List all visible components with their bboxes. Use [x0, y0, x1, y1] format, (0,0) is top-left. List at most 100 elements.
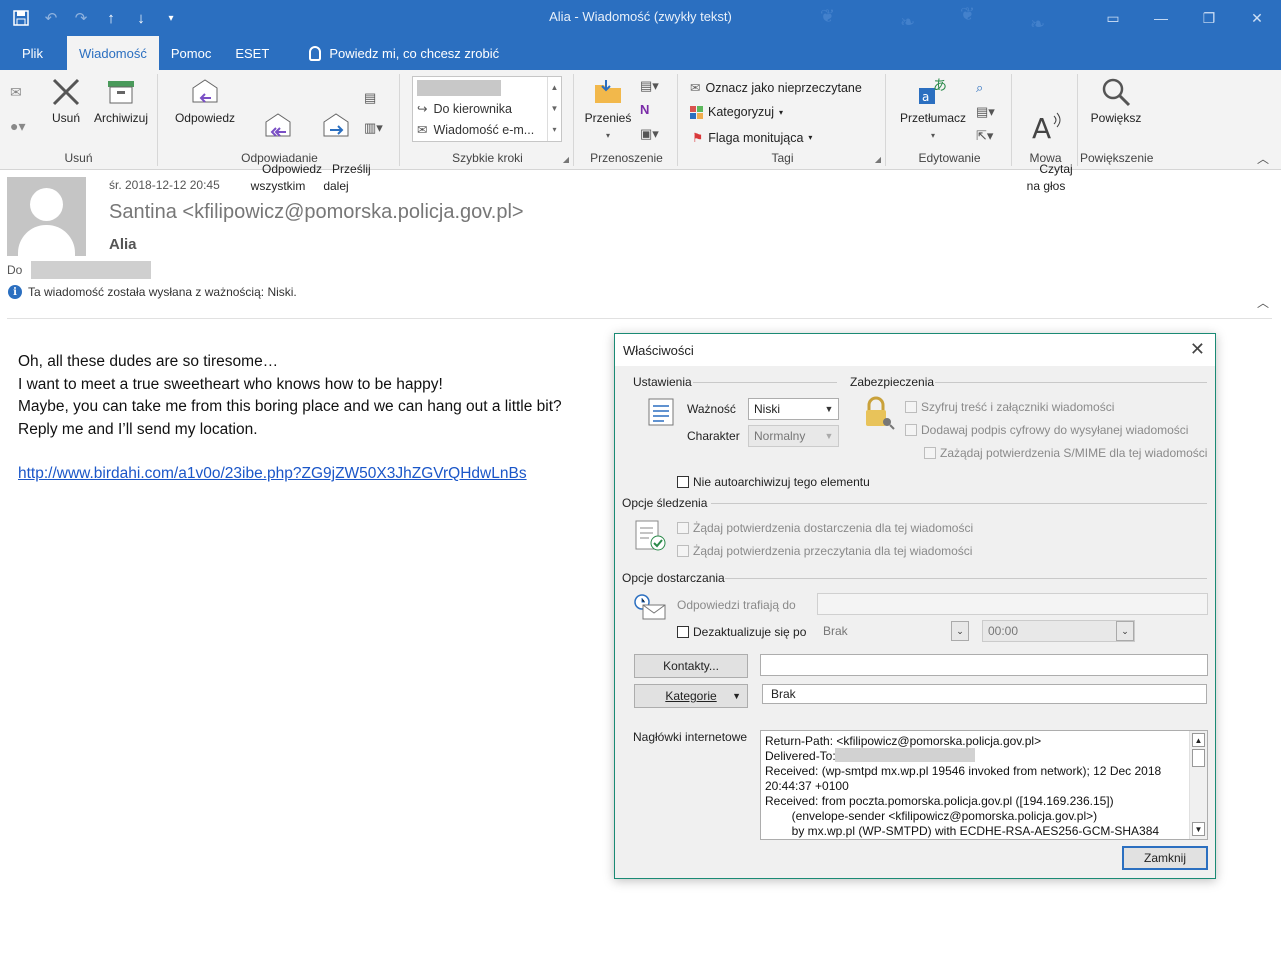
expires-date-select[interactable]: Brak ⌄: [817, 620, 970, 642]
dialog-launcher-icon[interactable]: ◢: [875, 155, 881, 164]
replies-to-input[interactable]: [817, 593, 1208, 615]
archive-button[interactable]: Archiwizuj: [90, 76, 152, 127]
folder-move-icon: [595, 80, 621, 103]
dialog-launcher-icon[interactable]: ◢: [563, 155, 569, 164]
ribbon: ✉ ●▾ Usuń Archiwizuj Usuń Odpowiedz Odpo…: [0, 70, 1281, 193]
read-receipt-checkbox[interactable]: Żądaj potwierdzenia przeczytania dla tej…: [677, 544, 972, 558]
tab-help[interactable]: Pomoc: [159, 36, 223, 70]
scroll-down-icon[interactable]: ▼: [1192, 822, 1205, 836]
expires-time-select[interactable]: 00:00 ⌄: [982, 620, 1135, 642]
close-button[interactable]: Zamknij: [1122, 846, 1208, 870]
quick-steps-scroll[interactable]: ▲ ▼ ▾: [547, 77, 561, 141]
info-bar: i Ta wiadomość została wysłana z ważnośc…: [8, 285, 297, 299]
group-respond-label: Odpowiadanie: [241, 151, 318, 165]
reply-all-icon: [265, 113, 291, 137]
quick-step-blank[interactable]: [413, 77, 561, 98]
body-link[interactable]: http://www.birdahi.com/a1v0o/23ibe.php?Z…: [18, 465, 527, 482]
move-button[interactable]: Przenieś ▾: [582, 76, 634, 144]
maximize-icon[interactable]: ❐: [1185, 0, 1233, 36]
categories-input[interactable]: Brak: [762, 684, 1207, 704]
header-divider: [7, 318, 1272, 319]
quick-step-manager-label: Do kierownika: [433, 101, 512, 116]
body-line: Reply me and I’ll send my location.: [18, 420, 258, 438]
delivery-icon: [634, 594, 666, 620]
select-icon[interactable]: ⇱▾: [976, 128, 993, 144]
mark-unread-button[interactable]: ✉ Oznacz jako nieprzeczytane: [690, 80, 862, 96]
delete-button[interactable]: Usuń: [48, 76, 84, 127]
headers-textbox[interactable]: Return-Path: <kfilipowicz@pomorska.polic…: [760, 730, 1208, 840]
tell-me-search[interactable]: Powiedz mi, co chcesz zrobić: [281, 36, 511, 70]
rules-icon[interactable]: ▤▾: [640, 78, 659, 94]
junk-icon[interactable]: ●▾: [10, 118, 25, 135]
actions-icon[interactable]: ▣▾: [640, 126, 659, 142]
quick-step-email[interactable]: ✉ Wiadomość e-m...: [413, 119, 561, 140]
ignore-icon[interactable]: ✉: [10, 84, 22, 101]
message-body: Oh, all these dudes are so tiresome… I w…: [18, 351, 562, 486]
tracking-section-label: Opcje śledzenia: [622, 496, 708, 510]
read-aloud-button[interactable]: A Czytaj na głos: [1018, 76, 1074, 212]
translate-button[interactable]: aあ Przetłumacz ▾: [896, 76, 970, 144]
sign-checkbox[interactable]: Dodawaj podpis cyfrowy do wysyłanej wiad…: [905, 423, 1188, 437]
forward-label: Prześlij dalej: [323, 162, 371, 193]
zoom-button[interactable]: Powiększ: [1088, 76, 1144, 127]
svg-text:A: A: [1032, 112, 1051, 142]
categorize-button[interactable]: Kategoryzuj ▾: [690, 105, 783, 119]
quick-step-manager[interactable]: ↪ Do kierownika: [413, 98, 561, 119]
minimize-icon[interactable]: —: [1137, 0, 1185, 36]
smime-checkbox[interactable]: Zażądaj potwierdzenia S/MIME dla tej wia…: [924, 446, 1207, 460]
chevron-down-icon: ▼: [824, 431, 834, 441]
collapse-ribbon-icon[interactable]: ︿: [1257, 150, 1269, 167]
importance-label: Ważność: [687, 402, 736, 416]
tab-file[interactable]: Plik: [0, 36, 63, 70]
follow-up-button[interactable]: ⚑ Flaga monitująca ▾: [692, 130, 812, 146]
tab-message[interactable]: Wiadomość: [66, 36, 159, 70]
onenote-icon[interactable]: N: [640, 102, 649, 117]
group-delete-label: Usuń: [64, 151, 93, 165]
meeting-reply-icon[interactable]: ▤: [364, 90, 376, 106]
close-icon[interactable]: ✕: [1190, 339, 1205, 360]
ribbon-display-options-icon[interactable]: ▭: [1089, 0, 1137, 36]
to-label: Do: [7, 263, 23, 277]
headers-scrollbar[interactable]: ▲ ▼: [1189, 731, 1207, 839]
scroll-up-icon[interactable]: ▲: [1192, 733, 1205, 747]
message-sender[interactable]: Santina <kfilipowicz@pomorska.policja.go…: [109, 201, 524, 224]
close-window-icon[interactable]: ✕: [1233, 0, 1281, 36]
collapse-header-icon[interactable]: ︿: [1257, 294, 1269, 311]
sensitivity-select[interactable]: Normalny ▼: [748, 425, 839, 447]
security-lock-icon: [866, 396, 895, 430]
group-zoom-label: Powiększenie: [1080, 151, 1154, 165]
no-autoarchive-checkbox[interactable]: Nie autoarchiwizuj tego elementu: [677, 475, 870, 489]
related-icon[interactable]: ▤▾: [976, 104, 995, 120]
scroll-up-icon[interactable]: ▲: [548, 77, 561, 98]
ribbon-tabs: Plik Wiadomość Pomoc ESET Powiedz mi, co…: [0, 36, 1281, 70]
find-icon[interactable]: ⌕: [976, 80, 983, 96]
read-aloud-icon: A: [1032, 112, 1061, 142]
more-respond-icon[interactable]: ▥▾: [364, 120, 383, 136]
reply-icon: [192, 79, 218, 103]
move-dropdown-icon: ▾: [605, 131, 610, 140]
delivery-receipt-checkbox[interactable]: Żądaj potwierdzenia dostarczenia dla tej…: [677, 521, 973, 535]
encrypt-checkbox[interactable]: Szyfruj treść i załączniki wiadomości: [905, 400, 1114, 414]
scroll-thumb[interactable]: [1192, 749, 1205, 767]
group-zoom: Powiększ Powiększenie: [1080, 74, 1154, 166]
reply-button[interactable]: Odpowiedz: [170, 76, 240, 127]
scroll-down-icon[interactable]: ▼: [548, 98, 561, 119]
expires-date-value: Brak: [823, 624, 848, 638]
importance-select[interactable]: Niski ▼: [748, 398, 839, 420]
contacts-button[interactable]: Kontakty...: [634, 654, 748, 678]
categories-button[interactable]: Kategorie ▼: [634, 684, 748, 708]
tab-eset[interactable]: ESET: [223, 36, 281, 70]
expires-checkbox[interactable]: Dezaktualizuje się po: [677, 625, 806, 639]
forward-button[interactable]: Prześlij dalej: [312, 76, 371, 212]
headers-text: Return-Path: <kfilipowicz@pomorska.polic…: [765, 734, 1162, 838]
contacts-input[interactable]: [760, 654, 1208, 676]
categorize-icon: [690, 105, 703, 119]
envelope-icon: ✉: [417, 123, 428, 137]
flag-icon: ⚑: [692, 131, 704, 145]
more-icon[interactable]: ▾: [548, 119, 561, 140]
body-line: I want to meet a true sweetheart who kno…: [18, 375, 443, 393]
reply-all-button[interactable]: Odpowiedz wszystkim: [242, 76, 322, 212]
forward-icon: [323, 113, 349, 137]
sensitivity-label: Charakter: [687, 429, 740, 443]
archive-icon: [108, 81, 134, 104]
